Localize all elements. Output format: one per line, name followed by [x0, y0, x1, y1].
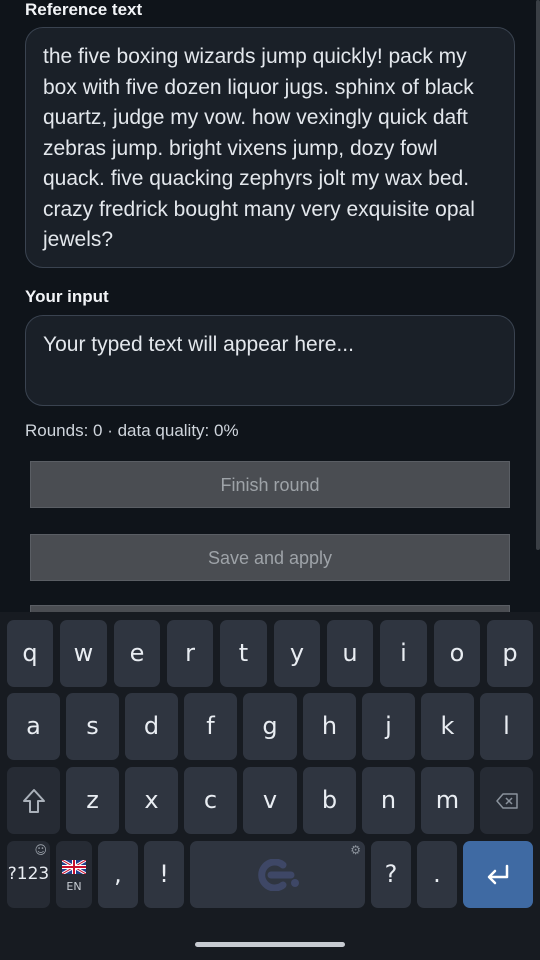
gear-icon: ⚙	[350, 843, 361, 857]
key-l[interactable]: l	[480, 693, 533, 760]
input-label: Your input	[25, 287, 109, 306]
key-a[interactable]: a	[7, 693, 60, 760]
period-key[interactable]: .	[417, 841, 457, 908]
save-and-apply-button[interactable]: Save and apply	[30, 534, 510, 581]
key-s[interactable]: s	[66, 693, 119, 760]
key-x[interactable]: x	[125, 767, 178, 834]
emoji-icon: ☺	[34, 843, 47, 857]
key-m[interactable]: m	[421, 767, 474, 834]
typed-input-field[interactable]: Your typed text will appear here...	[25, 315, 515, 406]
key-n[interactable]: n	[362, 767, 415, 834]
enter-arrow-icon	[487, 864, 509, 885]
key-b[interactable]: b	[303, 767, 356, 834]
shift-key[interactable]	[7, 767, 60, 834]
keyboard: q w e r t y u i o p a s d f g h j k l z …	[0, 612, 540, 960]
space-key[interactable]: ⚙	[190, 841, 365, 908]
stats-text: Rounds: 0 · data quality: 0%	[25, 421, 239, 440]
key-u[interactable]: u	[327, 620, 373, 687]
backspace-icon	[495, 793, 518, 809]
key-v[interactable]: v	[243, 767, 297, 834]
key-p[interactable]: p	[487, 620, 533, 687]
key-f[interactable]: f	[184, 693, 237, 760]
input-placeholder: Your typed text will appear here...	[43, 333, 354, 356]
language-key[interactable]: EN	[56, 841, 92, 908]
comma-key[interactable]: ,	[98, 841, 138, 908]
symbols-key[interactable]: ☺ ?123	[7, 841, 50, 908]
shift-arrow-icon	[22, 789, 45, 813]
key-h[interactable]: h	[303, 693, 356, 760]
backspace-key[interactable]	[480, 767, 533, 834]
reference-text-box: the five boxing wizards jump quickly! pa…	[25, 27, 515, 268]
key-q[interactable]: q	[7, 620, 53, 687]
keyboard-logo-icon	[258, 859, 299, 891]
question-key[interactable]: ?	[371, 841, 411, 908]
exclamation-key[interactable]: !	[144, 841, 184, 908]
key-g[interactable]: g	[243, 693, 297, 760]
enter-key[interactable]	[463, 841, 533, 908]
key-c[interactable]: c	[184, 767, 237, 834]
navigation-handle[interactable]	[195, 942, 345, 947]
language-label: EN	[66, 880, 82, 893]
reference-label: Reference text	[25, 0, 143, 19]
key-d[interactable]: d	[125, 693, 178, 760]
key-e[interactable]: e	[114, 620, 160, 687]
key-k[interactable]: k	[421, 693, 474, 760]
key-i[interactable]: i	[380, 620, 427, 687]
key-z[interactable]: z	[66, 767, 119, 834]
reference-text: the five boxing wizards jump quickly! pa…	[43, 45, 475, 251]
finish-round-button[interactable]: Finish round	[30, 461, 510, 508]
key-r[interactable]: r	[167, 620, 213, 687]
key-t[interactable]: t	[220, 620, 267, 687]
symbols-label: ?123	[7, 864, 50, 884]
key-o[interactable]: o	[434, 620, 480, 687]
key-y[interactable]: y	[274, 620, 320, 687]
key-j[interactable]: j	[362, 693, 415, 760]
scrollbar[interactable]	[536, 0, 540, 550]
uk-flag-icon	[62, 860, 86, 874]
key-w[interactable]: w	[60, 620, 107, 687]
